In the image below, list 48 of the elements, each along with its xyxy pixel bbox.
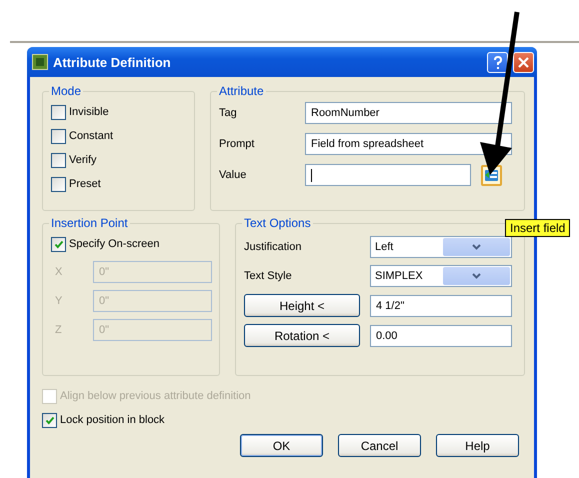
check-icon — [54, 240, 64, 248]
field-label: Tag — [219, 107, 238, 119]
checkbox[interactable] — [51, 236, 66, 252]
dialog-button[interactable]: Help — [436, 434, 519, 457]
app-icon — [32, 54, 48, 70]
tooltip: Insert field — [505, 219, 570, 237]
coordinate-label: X — [55, 266, 64, 278]
input-field[interactable]: RoomNumber — [305, 102, 512, 124]
checkbox[interactable] — [42, 412, 57, 428]
question-icon — [492, 56, 504, 68]
checkbox[interactable] — [51, 152, 66, 168]
group-title: Mode — [49, 84, 84, 98]
checkbox-label: Align below previous attribute definition — [60, 390, 251, 402]
checkbox[interactable] — [51, 176, 66, 192]
dialog-button[interactable]: OK — [240, 434, 323, 457]
help-button[interactable] — [487, 52, 508, 72]
chevron-down-icon — [472, 244, 481, 250]
dropdown[interactable]: Left — [370, 236, 512, 258]
field-label: Value — [219, 169, 248, 181]
group-title: Attribute — [217, 84, 266, 98]
coordinate-label: Y — [55, 295, 64, 307]
group-title: Text Options — [242, 216, 313, 230]
dropdown[interactable]: SIMPLEX — [370, 265, 512, 287]
input-field[interactable] — [305, 164, 471, 186]
pick-button[interactable]: Height < — [244, 294, 360, 317]
dialog-button[interactable]: Cancel — [338, 434, 421, 457]
pick-button[interactable]: Rotation < — [244, 324, 360, 347]
field-label: Justification — [244, 241, 302, 253]
checkbox-label: Invisible — [69, 106, 109, 118]
input-field[interactable]: Field from spreadsheet — [305, 133, 512, 155]
checkbox-label: Specify On-screen — [69, 238, 160, 250]
checkbox[interactable] — [51, 104, 66, 120]
checkbox-label: Preset — [69, 178, 101, 190]
field-label: Prompt — [219, 138, 256, 150]
input-field[interactable]: 0.00 — [370, 324, 512, 346]
checkbox-label: Lock position in block — [60, 414, 165, 426]
checkbox-label: Constant — [69, 130, 114, 142]
close-button[interactable] — [513, 52, 534, 72]
checkbox[interactable] — [51, 128, 66, 144]
chevron-down-icon — [472, 273, 481, 279]
checkbox-label: Verify — [69, 154, 97, 166]
coordinate-label: Z — [55, 324, 63, 336]
field-label: Text Style — [244, 270, 293, 282]
check-icon — [44, 416, 54, 424]
group-title: Insertion Point — [49, 216, 130, 230]
window-title: Attribute Definition — [53, 54, 172, 70]
input-field[interactable]: 4 1/2" — [370, 294, 512, 316]
close-icon — [518, 56, 529, 68]
